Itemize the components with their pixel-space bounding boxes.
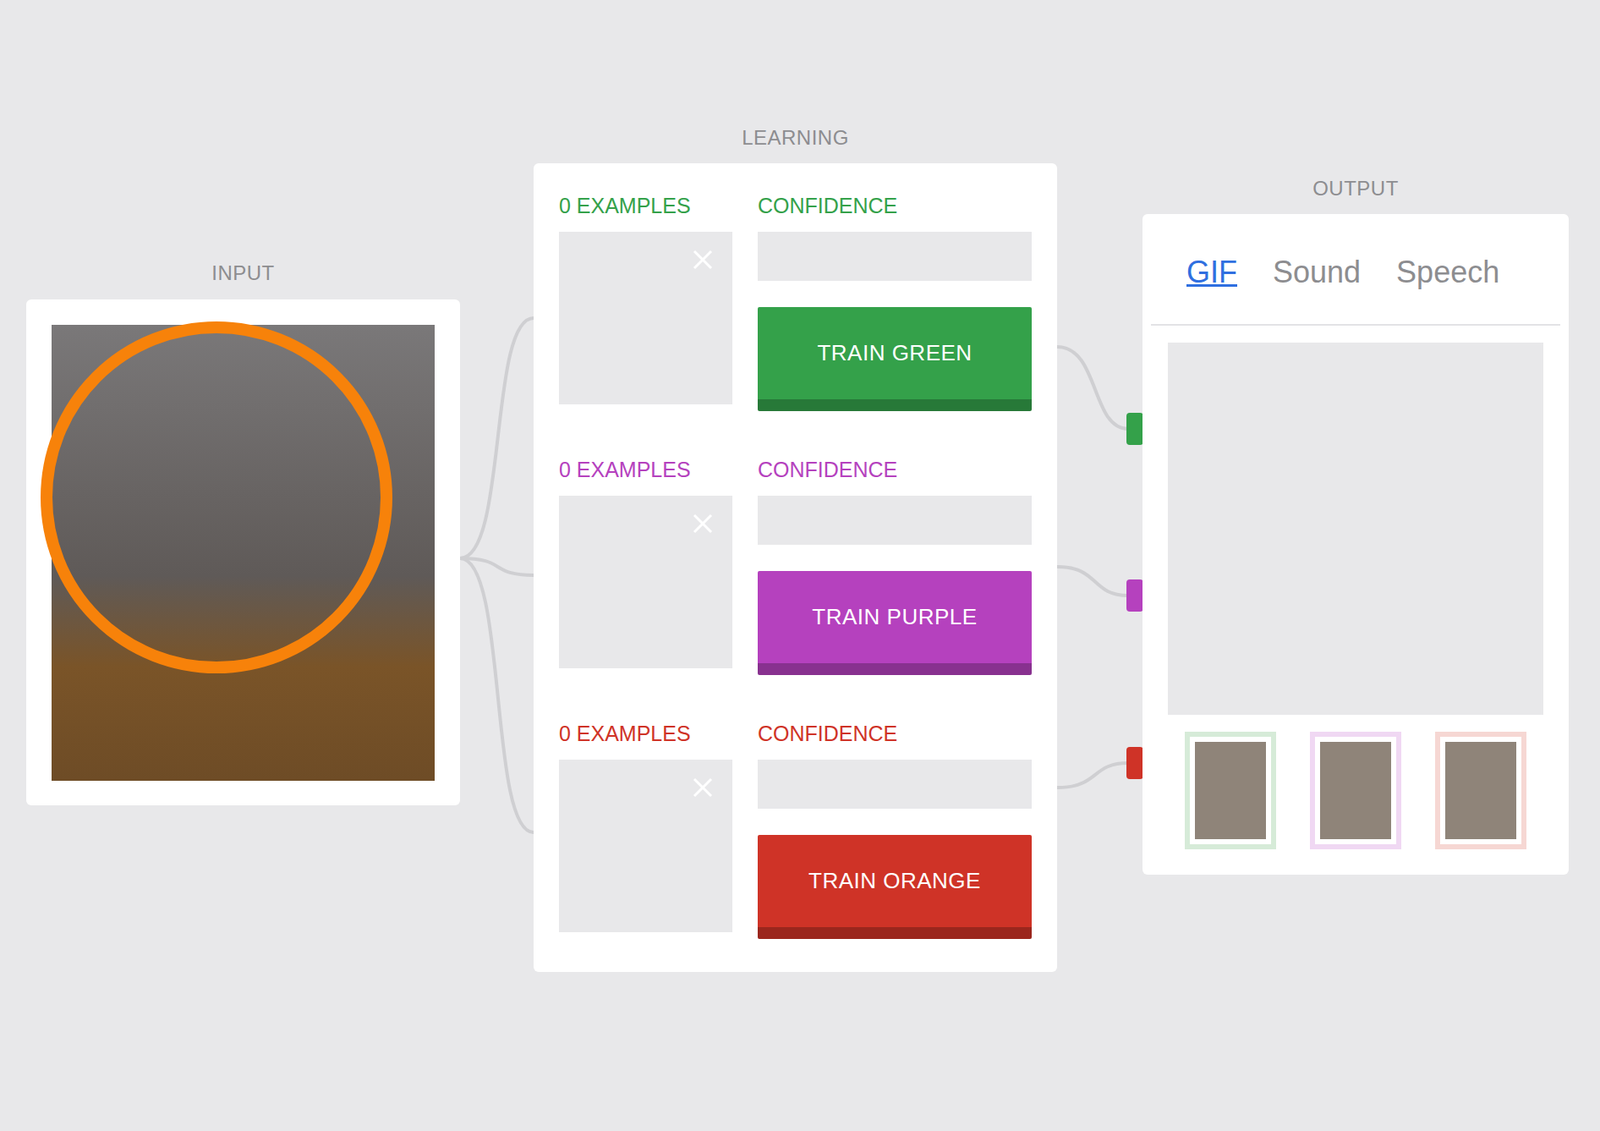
train-button[interactable]: TRAIN ORANGE — [757, 834, 1032, 939]
focus-ring — [40, 321, 393, 674]
examples-count: 0 EXAMPLES — [558, 456, 733, 483]
examples-box — [558, 231, 733, 405]
confidence-bar — [757, 759, 1032, 809]
output-column: OUTPUT GIF Sound Speech — [1142, 176, 1569, 875]
output-connector — [1057, 346, 1129, 429]
tab-divider — [1150, 323, 1561, 326]
output-port — [1126, 412, 1144, 445]
class-row: 0 EXAMPLES CONFIDENCE TRAIN PURPLE — [558, 456, 1032, 675]
confidence-bar — [757, 231, 1032, 281]
examples-box — [558, 759, 733, 932]
class-row: 0 EXAMPLES CONFIDENCE TRAIN ORANGE — [558, 720, 1032, 939]
output-label: OUTPUT — [1142, 176, 1569, 201]
confidence-label: CONFIDENCE — [757, 456, 1032, 483]
thumbnail-image — [1194, 741, 1266, 839]
learning-column: LEARNING 0 EXAMPLES CONFIDENCE TRAIN GRE… — [533, 126, 1058, 972]
gif-display — [1167, 342, 1544, 715]
output-connector — [1057, 566, 1129, 596]
webcam-feed — [51, 324, 435, 781]
input-column: INPUT — [26, 261, 461, 806]
input-panel — [26, 299, 461, 806]
confidence-label: CONFIDENCE — [757, 720, 1032, 746]
output-port — [1126, 746, 1144, 779]
thumbnail-image — [1445, 741, 1517, 839]
train-button[interactable]: TRAIN PURPLE — [757, 570, 1032, 675]
gif-thumbnail[interactable] — [1309, 731, 1402, 850]
output-tab[interactable]: Speech — [1396, 253, 1500, 285]
close-icon[interactable] — [691, 248, 714, 271]
thumbnail-image — [1320, 741, 1392, 839]
gif-thumbnails — [1142, 731, 1569, 850]
confidence-label: CONFIDENCE — [757, 192, 1032, 219]
output-tab[interactable]: GIF — [1186, 253, 1238, 285]
output-tab[interactable]: Sound — [1272, 253, 1361, 285]
examples-count: 0 EXAMPLES — [558, 720, 733, 746]
learning-panel: 0 EXAMPLES CONFIDENCE TRAIN GREEN0 EXAMP… — [533, 163, 1058, 972]
confidence-bar — [757, 495, 1032, 545]
output-connector — [1057, 762, 1129, 788]
output-tabs: GIF Sound Speech — [1142, 213, 1569, 285]
input-connector — [460, 558, 534, 833]
input-label: INPUT — [26, 261, 461, 285]
input-connector — [460, 317, 534, 559]
examples-box — [558, 495, 733, 669]
class-row: 0 EXAMPLES CONFIDENCE TRAIN GREEN — [558, 192, 1032, 411]
train-button[interactable]: TRAIN GREEN — [757, 306, 1032, 411]
close-icon[interactable] — [691, 776, 714, 799]
learning-label: LEARNING — [533, 126, 1058, 150]
close-icon[interactable] — [691, 512, 714, 535]
output-port — [1126, 579, 1144, 612]
teachable-machine-page: INPUT LEARNING 0 EXAMPLES CONFIDENCE TRA… — [0, 0, 1600, 1131]
gif-thumbnail[interactable] — [1184, 731, 1277, 850]
input-connector — [460, 558, 534, 576]
gif-thumbnail[interactable] — [1435, 731, 1527, 850]
output-panel: GIF Sound Speech — [1142, 213, 1569, 875]
examples-count: 0 EXAMPLES — [558, 192, 733, 219]
